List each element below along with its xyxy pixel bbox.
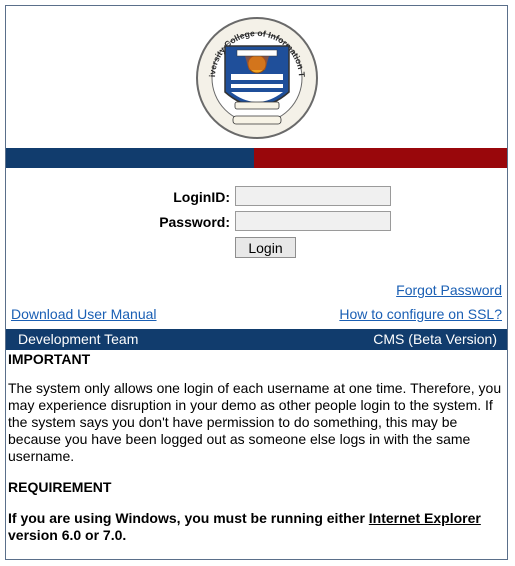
important-heading: IMPORTANT: [8, 351, 91, 367]
login-button[interactable]: Login: [235, 237, 296, 258]
pucit-logo: Punjab University College of Information…: [195, 12, 318, 139]
requirement-text-pre: If you are using Windows, you must be ru…: [8, 510, 369, 526]
header-bar-blue: [6, 148, 254, 168]
development-team-label: Development Team: [18, 331, 139, 347]
important-text: The system only allows one login of each…: [8, 380, 502, 464]
login-page-frame: Punjab University College of Information…: [5, 5, 508, 560]
password-input[interactable]: [235, 211, 391, 231]
internet-explorer-link[interactable]: Internet Explorer: [369, 510, 481, 526]
password-label: Password:: [159, 214, 230, 230]
loginid-label: LoginID:: [173, 189, 230, 205]
requirement-heading: REQUIREMENT: [8, 479, 112, 495]
header-bar-red: [254, 148, 507, 168]
header-logo-area: Punjab University College of Information…: [6, 6, 507, 148]
cms-version-label: CMS (Beta Version): [373, 331, 497, 347]
requirement-text: If you are using Windows, you must be ru…: [8, 510, 505, 544]
forgot-password-link[interactable]: Forgot Password: [396, 282, 502, 298]
configure-ssl-link[interactable]: How to configure on SSL?: [339, 306, 502, 322]
notice-content: IMPORTANT The system only allows one log…: [8, 351, 505, 544]
footer-navbar: Development Team CMS (Beta Version): [6, 329, 507, 350]
download-user-manual-link[interactable]: Download User Manual: [11, 306, 157, 322]
loginid-input[interactable]: [235, 186, 391, 206]
requirement-text-post: version 6.0 or 7.0.: [8, 527, 127, 543]
